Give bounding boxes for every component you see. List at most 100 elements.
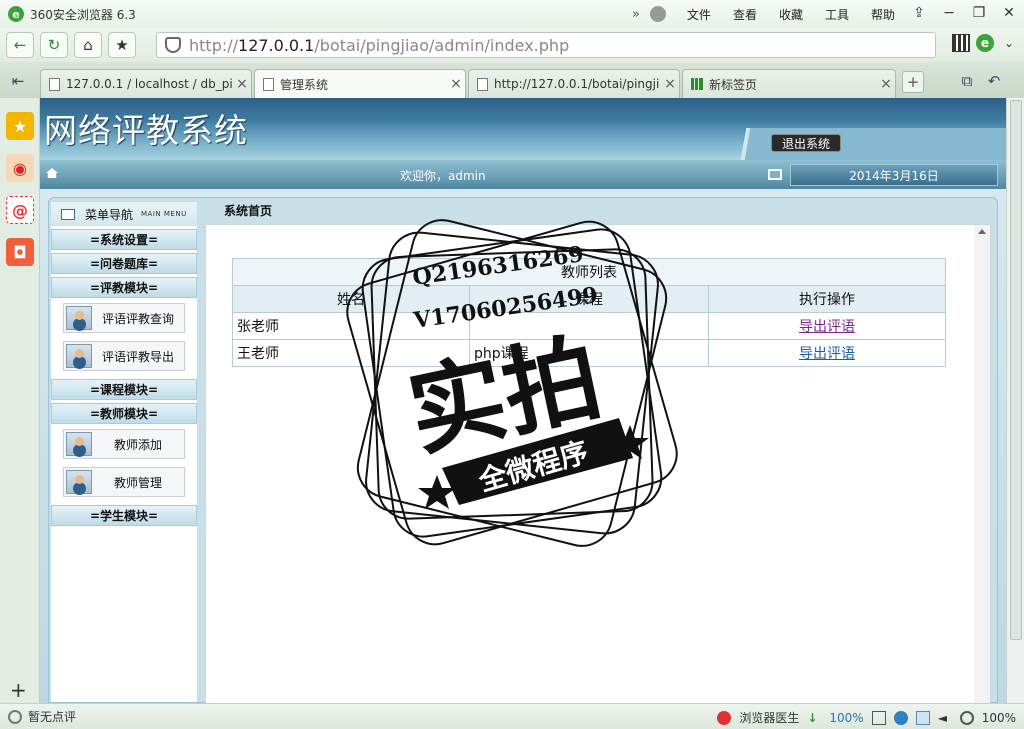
window-controls: ⇪ − ❐ ✕: [904, 0, 1024, 28]
new-tab-button[interactable]: +: [902, 71, 924, 93]
address-url[interactable]: http://127.0.0.1/botai/pingjiao/admin/in…: [189, 36, 569, 55]
nav-group-question-bank[interactable]: =问卷题库=: [51, 253, 197, 274]
user-avatar-icon[interactable]: [649, 6, 666, 22]
doctor-icon[interactable]: [717, 710, 732, 725]
page-scrollbar[interactable]: [1006, 98, 1024, 703]
nav-group-evaluation[interactable]: =评教模块=: [51, 277, 197, 298]
welcome-text: 欢迎你，admin: [400, 169, 486, 183]
window-icon[interactable]: [915, 710, 930, 725]
column-header-name: 姓名: [232, 285, 470, 313]
cell-course: [469, 312, 709, 340]
status-bar: 暂无点评 浏览器医生 ↓ 100% ◄ 100%: [0, 703, 1024, 729]
main-frame: 菜单导航 MAIN MENU =系统设置= =问卷题库= =评教模块= 评语评教…: [48, 197, 998, 703]
user-icon: [66, 344, 92, 368]
home-button[interactable]: ⌂: [74, 32, 102, 58]
monitor-icon: [768, 169, 782, 180]
close-tab-icon[interactable]: ×: [447, 76, 465, 92]
nav-title: 菜单导航: [85, 207, 134, 222]
download-arrow-icon[interactable]: ↓: [807, 711, 821, 725]
welcome-bar: 欢迎你，admin 2014年3月16日: [40, 160, 1006, 189]
skin-icon[interactable]: ⇪: [904, 0, 934, 26]
web-page: 网络评教系统 退出系统 欢迎你，admin 2014年3月16日 菜单导航 MA…: [40, 98, 1006, 703]
home-icon[interactable]: [46, 168, 58, 178]
tab-new-tab[interactable]: 新标签页 ×: [682, 69, 896, 98]
tab-admin-system[interactable]: 管理系统 ×: [254, 69, 466, 98]
menu-help[interactable]: 帮助: [871, 6, 895, 23]
favorites-star-icon[interactable]: ★: [6, 112, 34, 140]
restore-tabs-icon[interactable]: ⧉: [955, 70, 979, 92]
double-chevron-icon[interactable]: »: [632, 7, 640, 22]
weibo-icon[interactable]: ◉: [6, 154, 34, 182]
restore-button[interactable]: ❐: [964, 0, 994, 26]
rating-icon[interactable]: [8, 709, 22, 724]
cell-action: 导出评语: [708, 312, 946, 340]
browser-doctor[interactable]: 浏览器医生: [739, 709, 799, 726]
close-tab-icon[interactable]: ×: [233, 76, 251, 92]
ie-icon[interactable]: [893, 710, 908, 725]
chevron-down-icon[interactable]: ⌄: [1000, 34, 1018, 52]
zoom-icon[interactable]: [959, 710, 974, 725]
close-tab-icon[interactable]: ×: [661, 76, 679, 92]
menu-file[interactable]: 文件: [687, 6, 711, 23]
table-row: 王老师 php课程 导出评语: [232, 339, 946, 367]
shopping-icon[interactable]: ◘: [6, 238, 34, 266]
table-header-row: 姓名 课程 执行操作: [232, 285, 946, 313]
address-bar[interactable]: http://127.0.0.1/botai/pingjiao/admin/in…: [156, 32, 936, 58]
refresh-button[interactable]: ↻: [40, 32, 68, 58]
content-scrollbar[interactable]: [974, 225, 990, 703]
close-window-button[interactable]: ✕: [994, 0, 1024, 26]
nav-group-system-settings[interactable]: =系统设置=: [51, 229, 197, 250]
speed-percent[interactable]: 100%: [829, 711, 863, 725]
table-caption: 教师列表: [232, 258, 946, 286]
nav-item-teacher-add[interactable]: 教师添加: [63, 429, 185, 459]
browser-title: 360安全浏览器 6.3: [30, 7, 136, 22]
logout-button[interactable]: 退出系统: [771, 134, 841, 152]
page-icon: [477, 77, 488, 91]
browser-menu-bar: » 文件 查看 收藏 工具 帮助: [632, 0, 904, 28]
qr-code-icon[interactable]: [952, 34, 970, 52]
browser-title-bar: e 360安全浏览器 6.3 » 文件 查看 收藏 工具 帮助 ⇪ − ❐ ✕: [0, 0, 1024, 28]
security-shield-icon[interactable]: [165, 37, 181, 53]
tab-pingjiao[interactable]: http://127.0.0.1/botai/pingji ×: [468, 69, 680, 98]
add-sidebar-icon[interactable]: +: [10, 678, 27, 702]
address-extras: e ⌄: [952, 34, 1018, 52]
date-display: 2014年3月16日: [790, 164, 998, 186]
sidebar-toggle-icon[interactable]: ⇤: [6, 70, 30, 92]
tab-phpmyadmin[interactable]: 127.0.0.1 / localhost / db_pi ×: [40, 69, 252, 98]
menu-favorites[interactable]: 收藏: [779, 6, 803, 23]
export-comments-link[interactable]: 导出评语: [799, 319, 855, 335]
minimize-button[interactable]: −: [934, 0, 964, 26]
browser-logo-icon: e: [8, 6, 24, 22]
page-icon: [49, 77, 60, 91]
nav-item-comment-export[interactable]: 评语评教导出: [63, 341, 185, 371]
table-row: 张老师 导出评语: [232, 312, 946, 340]
nav-item-comment-query[interactable]: 评语评教查询: [63, 303, 185, 333]
app-header: 网络评教系统 退出系统: [40, 98, 1006, 160]
user-icon: [66, 432, 92, 456]
status-right: 浏览器医生 ↓ 100% ◄ 100%: [717, 709, 1016, 726]
cell-course: php课程: [469, 339, 709, 367]
close-tab-icon[interactable]: ×: [877, 76, 895, 92]
compat-icon[interactable]: [871, 710, 886, 725]
volume-icon[interactable]: ◄: [938, 711, 952, 725]
nav-header: 菜单导航 MAIN MENU: [51, 202, 197, 226]
undo-close-icon[interactable]: ↶: [982, 70, 1006, 92]
zoom-level[interactable]: 100%: [982, 711, 1016, 725]
browser-mode-icon[interactable]: e: [976, 34, 994, 52]
menu-tools[interactable]: 工具: [825, 6, 849, 23]
cell-action: 导出评语: [708, 339, 946, 367]
nav-item-teacher-manage[interactable]: 教师管理: [63, 467, 185, 497]
scroll-up-icon[interactable]: [978, 229, 986, 234]
rating-text[interactable]: 暂无点评: [28, 708, 76, 725]
nav-group-student[interactable]: =学生模块=: [51, 505, 197, 526]
tab-strip: ⇤ 127.0.0.1 / localhost / db_pi × 管理系统 ×…: [0, 62, 1024, 98]
bookmark-star-button[interactable]: ★: [108, 32, 136, 58]
export-comments-link[interactable]: 导出评语: [799, 346, 855, 362]
back-button[interactable]: ←: [6, 32, 34, 58]
nav-group-teacher[interactable]: =教师模块=: [51, 403, 197, 424]
mail-icon[interactable]: @: [6, 196, 34, 224]
menu-view[interactable]: 查看: [733, 6, 757, 23]
page-icon: [263, 77, 274, 91]
nav-group-course[interactable]: =课程模块=: [51, 379, 197, 400]
page-scrollbar-thumb[interactable]: [1010, 100, 1022, 640]
